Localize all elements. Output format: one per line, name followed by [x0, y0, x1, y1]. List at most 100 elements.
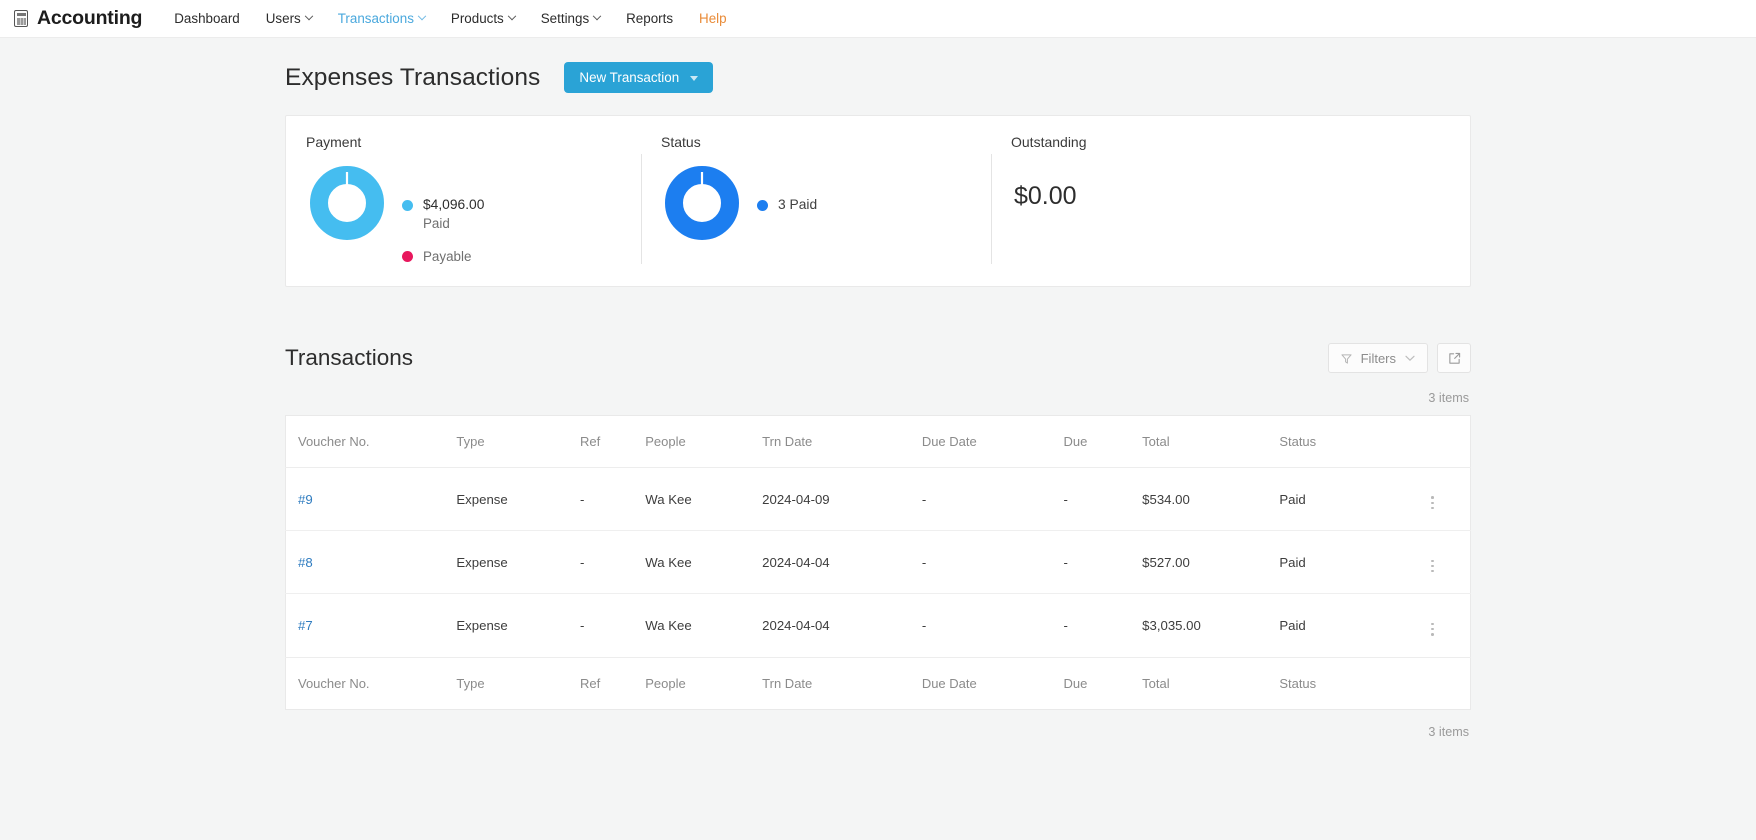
summary-card: Payment $4,096.00 Paid Payable Status 3 …	[285, 115, 1471, 287]
row-actions-menu-icon[interactable]	[1425, 558, 1440, 575]
col-header-people[interactable]: People	[645, 415, 763, 468]
voucher-link[interactable]: #7	[298, 618, 313, 633]
cell-due-date: -	[921, 593, 1064, 658]
legend-dot-payable	[402, 251, 413, 262]
external-link-icon	[1448, 352, 1460, 364]
col-header-type[interactable]: Type	[456, 415, 581, 468]
nav-item-label: Settings	[540, 10, 590, 26]
nav-item-dashboard[interactable]: Dashboard	[161, 0, 253, 38]
foot-voucher-no: Voucher No.	[298, 675, 370, 691]
col-header-total[interactable]: Total	[1142, 415, 1280, 468]
transactions-title: Transactions	[285, 345, 413, 370]
table-footer-row: Voucher No. Type Ref People Trn Date Due…	[286, 657, 1471, 709]
legend-item-status-paid: 3 Paid	[757, 196, 817, 214]
row-actions-menu-icon[interactable]	[1425, 494, 1440, 511]
cell-due: -	[1063, 530, 1143, 595]
voucher-link[interactable]: #8	[298, 555, 313, 570]
cell-total: $3,035.00	[1142, 593, 1280, 658]
cell-ref: -	[580, 467, 646, 532]
cell-total: $534.00	[1142, 467, 1280, 532]
summary-status: Status 3 Paid	[641, 116, 991, 286]
col-header-voucher-no[interactable]: Voucher No.	[285, 415, 457, 468]
nav-item-help[interactable]: Help	[686, 0, 740, 38]
nav-item-label: Users	[265, 10, 301, 26]
items-count-bottom: 3 items	[1428, 724, 1469, 739]
legend-label-payable: Payable	[423, 249, 472, 264]
nav-item-reports[interactable]: Reports	[613, 0, 686, 38]
cell-due-date: -	[921, 530, 1064, 595]
page-title: Expenses Transactions	[285, 63, 541, 91]
cell-status: Paid	[1279, 467, 1426, 532]
nav-items: Dashboard Users Transactions Products Se…	[161, 0, 739, 38]
row-actions-menu-icon[interactable]	[1425, 621, 1440, 638]
foot-ref: Ref	[580, 675, 601, 691]
brand-name: Accounting	[37, 7, 143, 29]
nav-item-transactions[interactable]: Transactions	[325, 0, 438, 38]
chevron-down-icon	[417, 11, 427, 20]
legend-dot-status-paid	[757, 200, 768, 211]
status-donut-chart	[665, 166, 739, 240]
foot-actions	[1425, 657, 1470, 709]
table-row[interactable]: #9 Expense - Wa Kee 2024-04-09 - - $534.…	[285, 467, 1471, 532]
foot-due-date: Due Date	[921, 675, 977, 691]
table-row[interactable]: #7 Expense - Wa Kee 2024-04-04 - - $3,03…	[285, 593, 1471, 658]
cell-status: Paid	[1279, 593, 1426, 658]
transactions-section-header: Transactions Filters	[285, 343, 1471, 373]
table-head: Voucher No. Type Ref People Trn Date Due…	[285, 415, 1471, 468]
table-row[interactable]: #8 Expense - Wa Kee 2024-04-04 - - $527.…	[285, 530, 1471, 595]
col-header-due[interactable]: Due	[1063, 415, 1143, 468]
new-transaction-button[interactable]: New Transaction	[564, 62, 714, 93]
table-foot: Voucher No. Type Ref People Trn Date Due…	[286, 657, 1471, 709]
nav-item-products[interactable]: Products	[438, 0, 528, 38]
table-tools: Filters	[1327, 343, 1471, 373]
nav-item-users[interactable]: Users	[253, 0, 325, 38]
foot-trn-date: Trn Date	[762, 675, 813, 691]
page-body: Expenses Transactions New Transaction Pa…	[0, 38, 1756, 739]
transactions-table: Voucher No. Type Ref People Trn Date Due…	[285, 415, 1471, 710]
payment-legend: $4,096.00 Paid Payable	[402, 166, 484, 276]
items-count-top: 3 items	[1428, 391, 1469, 405]
cell-people: Wa Kee	[645, 467, 763, 532]
filter-icon	[1341, 353, 1352, 364]
legend-dot-paid	[402, 200, 413, 211]
nav-item-label: Reports	[626, 10, 674, 26]
chevron-down-icon	[592, 11, 602, 20]
table-body: #9 Expense - Wa Kee 2024-04-09 - - $534.…	[285, 467, 1471, 658]
cell-type: Expense	[456, 467, 581, 532]
col-header-trn-date[interactable]: Trn Date	[762, 415, 922, 468]
new-transaction-label: New Transaction	[579, 70, 680, 85]
brand[interactable]: Accounting	[14, 7, 142, 30]
legend-item-payable: Payable	[402, 247, 484, 267]
legend-label-paid: Paid	[423, 216, 450, 231]
cell-trn-date: 2024-04-09	[762, 467, 922, 532]
filters-button[interactable]: Filters	[1327, 343, 1428, 373]
voucher-link[interactable]: #9	[298, 492, 313, 507]
foot-type: Type	[456, 675, 485, 691]
cell-status: Paid	[1279, 530, 1426, 595]
calculator-icon	[14, 10, 28, 27]
summary-payment: Payment $4,096.00 Paid Payable	[286, 116, 641, 286]
nav-item-label: Help	[699, 10, 727, 26]
legend-label-status-paid: 3 Paid	[778, 197, 818, 212]
foot-due: Due	[1063, 675, 1088, 691]
cell-people: Wa Kee	[645, 593, 763, 658]
status-title: Status	[661, 134, 701, 150]
cell-ref: -	[580, 593, 646, 658]
caret-down-icon	[690, 76, 699, 81]
legend-item-paid: $4,096.00 Paid	[402, 196, 484, 234]
nav-item-label: Transactions	[337, 10, 414, 26]
col-header-status[interactable]: Status	[1279, 415, 1426, 468]
cell-due-date: -	[921, 467, 1064, 532]
status-chart-row: 3 Paid	[661, 166, 991, 240]
nav-item-settings[interactable]: Settings	[528, 0, 613, 38]
payment-donut-chart	[310, 166, 384, 240]
top-navbar: Accounting Dashboard Users Transactions …	[0, 0, 1756, 38]
filters-label: Filters	[1360, 350, 1396, 366]
col-header-due-date[interactable]: Due Date	[921, 415, 1064, 468]
col-header-actions	[1425, 415, 1471, 468]
col-header-ref[interactable]: Ref	[580, 415, 646, 468]
cell-total: $527.00	[1142, 530, 1280, 595]
export-button[interactable]	[1437, 343, 1471, 373]
payment-title: Payment	[306, 134, 362, 150]
table-header-row: Voucher No. Type Ref People Trn Date Due…	[285, 415, 1471, 468]
